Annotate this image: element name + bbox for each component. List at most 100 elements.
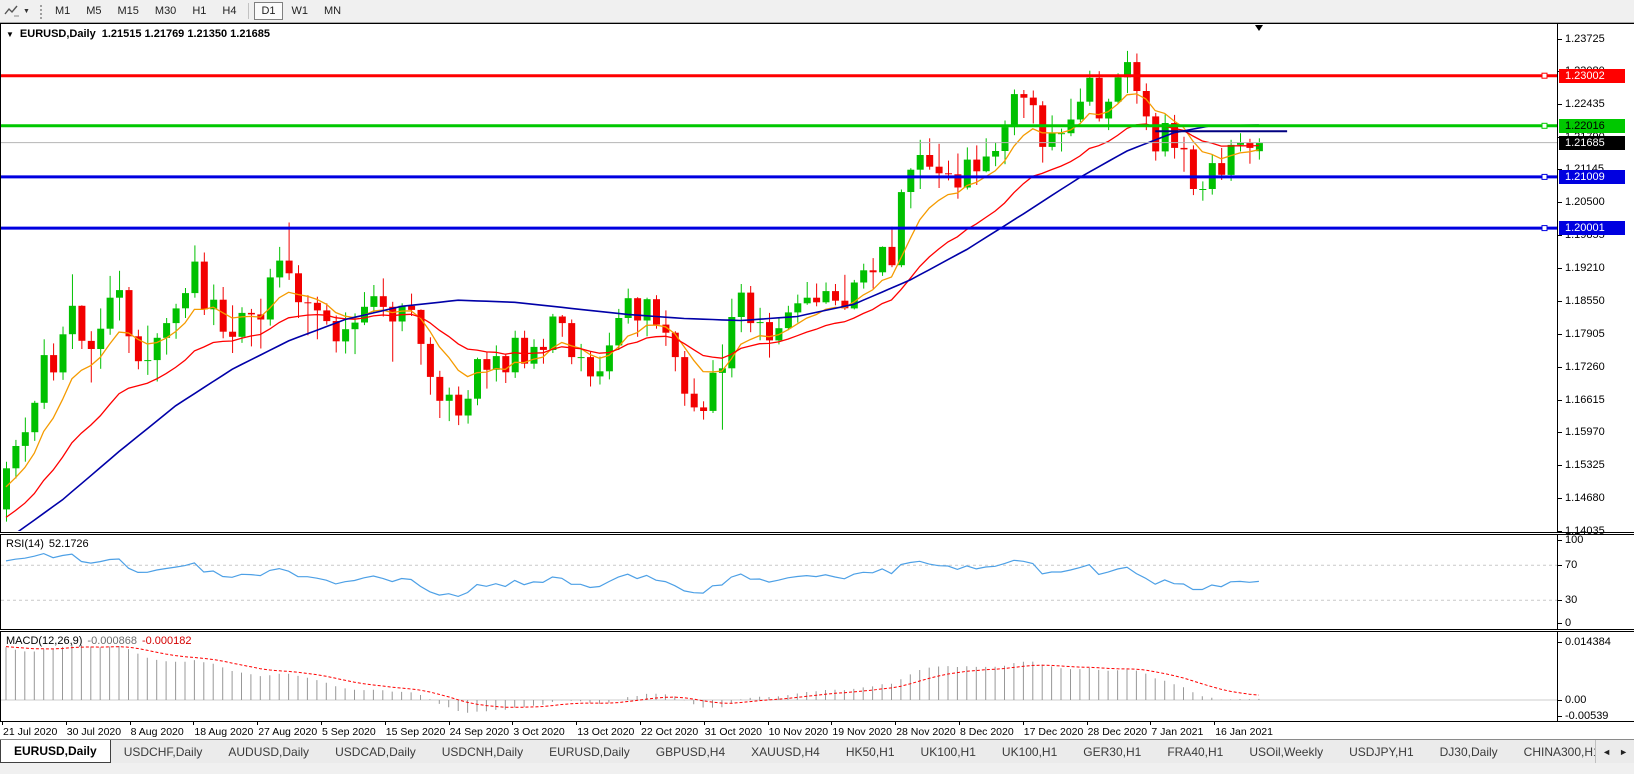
price-chart-panel: ▼ EURUSD,Daily 1.21515 1.21769 1.21350 1… <box>0 23 1634 532</box>
price-tick-label: 1.19210 <box>1565 263 1605 274</box>
tab-scroll-left-icon[interactable]: ◄ <box>1602 747 1611 757</box>
timeframe-buttons: M1M5M15M30H1H4 D1W1MN <box>47 0 349 22</box>
timeframe-button-H1[interactable]: H1 <box>185 2 213 20</box>
chevron-down-icon[interactable]: ▼ <box>23 8 30 15</box>
date-tick-mark <box>1023 722 1024 725</box>
price-tick-label: 1.15325 <box>1565 460 1605 471</box>
macd-plot-area[interactable]: MACD(12,26,9) -0.000868 -0.000182 <box>0 632 1558 721</box>
rsi-panel: RSI(14) 52.1726 10070300 <box>0 535 1634 629</box>
date-tick-mark <box>321 722 322 725</box>
date-tick-mark <box>895 722 896 725</box>
level-handle-1.20001[interactable] <box>1542 226 1547 231</box>
rsi-plot-area[interactable]: RSI(14) 52.1726 <box>0 535 1558 629</box>
tab-xauusd-h4-7[interactable]: XAUUSD,H4 <box>738 740 833 763</box>
price-tick-mark <box>1558 531 1562 532</box>
timeframe-button-MN[interactable]: MN <box>317 2 348 20</box>
rsi-tick-label: 0 <box>1565 618 1571 629</box>
macd-tick-mark <box>1558 700 1562 701</box>
tab-dj30-daily-15[interactable]: DJ30,Daily <box>1427 740 1511 763</box>
chart-tabs: EURUSD,DailyUSDCHF,DailyAUDUSD,DailyUSDC… <box>0 740 1595 763</box>
timeframe-button-M30[interactable]: M30 <box>148 2 183 20</box>
price-badge-1.21009: 1.21009 <box>1559 170 1625 184</box>
ohlc-values: 1.21515 1.21769 1.21350 1.21685 <box>102 28 270 40</box>
price-tick-mark <box>1558 301 1562 302</box>
tab-scroll-right-icon[interactable]: ► <box>1619 747 1628 757</box>
tab-ger30-h1-11[interactable]: GER30,H1 <box>1070 740 1154 763</box>
chart-tab-bar: EURUSD,DailyUSDCHF,DailyAUDUSD,DailyUSDC… <box>0 739 1634 763</box>
level-handle-1.22016[interactable] <box>1542 123 1547 128</box>
tab-usoil-weekly-13[interactable]: USOil,Weekly <box>1236 740 1336 763</box>
rsi-tick-mark <box>1558 565 1562 566</box>
timeframe-button-D1[interactable]: D1 <box>254 2 282 20</box>
toolbar-grip[interactable] <box>38 3 43 19</box>
status-strip <box>0 763 1634 774</box>
macd-chart <box>1 632 1557 721</box>
date-label: 16 Jan 2021 <box>1215 726 1273 738</box>
date-tick-mark <box>831 722 832 725</box>
tab-gbpusd-h4-6[interactable]: GBPUSD,H4 <box>643 740 738 763</box>
date-tick-mark <box>576 722 577 725</box>
tab-usdchf-daily-1[interactable]: USDCHF,Daily <box>111 740 216 763</box>
tab-uk100-h1-9[interactable]: UK100,H1 <box>908 740 989 763</box>
tab-usdcad-daily-3[interactable]: USDCAD,Daily <box>322 740 429 763</box>
date-label: 8 Dec 2020 <box>960 726 1014 738</box>
date-tick-mark <box>1087 722 1088 725</box>
rsi-label: RSI(14) 52.1726 <box>6 538 89 550</box>
price-tick-mark <box>1558 39 1562 40</box>
date-label: 13 Oct 2020 <box>577 726 634 738</box>
rsi-axis: 10070300 <box>1558 535 1634 629</box>
price-tick-mark <box>1558 367 1562 368</box>
rsi-tick-label: 100 <box>1565 535 1583 546</box>
date-tick-mark <box>959 722 960 725</box>
tab-hk50-h1-8[interactable]: HK50,H1 <box>833 740 908 763</box>
timeframe-button-M1[interactable]: M1 <box>48 2 77 20</box>
date-tick-mark <box>385 722 386 725</box>
timeframe-button-W1[interactable]: W1 <box>285 2 316 20</box>
macd-signal-value: -0.000182 <box>142 635 192 647</box>
date-tick-mark <box>1214 722 1215 725</box>
date-label: 10 Nov 2020 <box>769 726 829 738</box>
price-plot-area[interactable]: ▼ EURUSD,Daily 1.21515 1.21769 1.21350 1… <box>0 24 1558 532</box>
timeframe-button-M5[interactable]: M5 <box>79 2 108 20</box>
price-tick-mark <box>1558 432 1562 433</box>
tab-audusd-daily-2[interactable]: AUDUSD,Daily <box>215 740 322 763</box>
macd-name: MACD(12,26,9) <box>6 635 82 647</box>
macd-tick-label: 0.00 <box>1565 695 1586 706</box>
trading-terminal-window: ▼ M1M5M15M30H1H4 D1W1MN ▼ EURUSD,Daily 1.… <box>0 0 1634 774</box>
rsi-tick-label: 70 <box>1565 560 1577 571</box>
price-tick-label: 1.17905 <box>1565 329 1605 340</box>
macd-main-value: -0.000868 <box>87 635 137 647</box>
tab-eurusd-daily-0[interactable]: EURUSD,Daily <box>0 740 111 763</box>
price-tick-label: 1.18550 <box>1565 296 1605 307</box>
chart-shift-marker[interactable] <box>1255 25 1263 31</box>
date-label: 31 Oct 2020 <box>705 726 762 738</box>
timeframe-toolbar: ▼ M1M5M15M30H1H4 D1W1MN <box>0 0 1634 23</box>
price-tick-mark <box>1558 268 1562 269</box>
tab-fra40-h1-12[interactable]: FRA40,H1 <box>1154 740 1236 763</box>
date-label: 30 Jul 2020 <box>67 726 121 738</box>
timeframe-button-M15[interactable]: M15 <box>111 2 146 20</box>
tab-scroll-controls: ◄ ► <box>1595 740 1634 763</box>
date-label: 17 Dec 2020 <box>1024 726 1084 738</box>
tab-uk100-h1-10[interactable]: UK100,H1 <box>989 740 1070 763</box>
date-tick-mark <box>2 722 3 725</box>
price-tick-mark <box>1558 334 1562 335</box>
level-handle-1.21009[interactable] <box>1542 174 1547 179</box>
rsi-chart <box>1 535 1557 629</box>
tab-china300-h1-16[interactable]: CHINA300,H1 <box>1511 740 1596 763</box>
date-label: 7 Jan 2021 <box>1151 726 1203 738</box>
date-tick-mark <box>449 722 450 725</box>
price-tick-label: 1.14680 <box>1565 493 1605 504</box>
rsi-tick-mark <box>1558 600 1562 601</box>
price-tick-label: 1.20500 <box>1565 197 1605 208</box>
price-tick-mark <box>1558 400 1562 401</box>
level-handle-1.23002[interactable] <box>1542 73 1547 78</box>
chart-cursor-tool[interactable]: ▼ <box>0 0 34 22</box>
tab-eurusd-daily-5[interactable]: EURUSD,Daily <box>536 740 643 763</box>
tab-usdcnh-daily-4[interactable]: USDCNH,Daily <box>429 740 536 763</box>
collapse-triangle-icon[interactable]: ▼ <box>6 30 14 39</box>
timeframe-button-H4[interactable]: H4 <box>215 2 243 20</box>
price-tick-label: 1.16615 <box>1565 395 1605 406</box>
price-badge-1.21685: 1.21685 <box>1559 136 1625 150</box>
tab-usdjpy-h1-14[interactable]: USDJPY,H1 <box>1336 740 1426 763</box>
